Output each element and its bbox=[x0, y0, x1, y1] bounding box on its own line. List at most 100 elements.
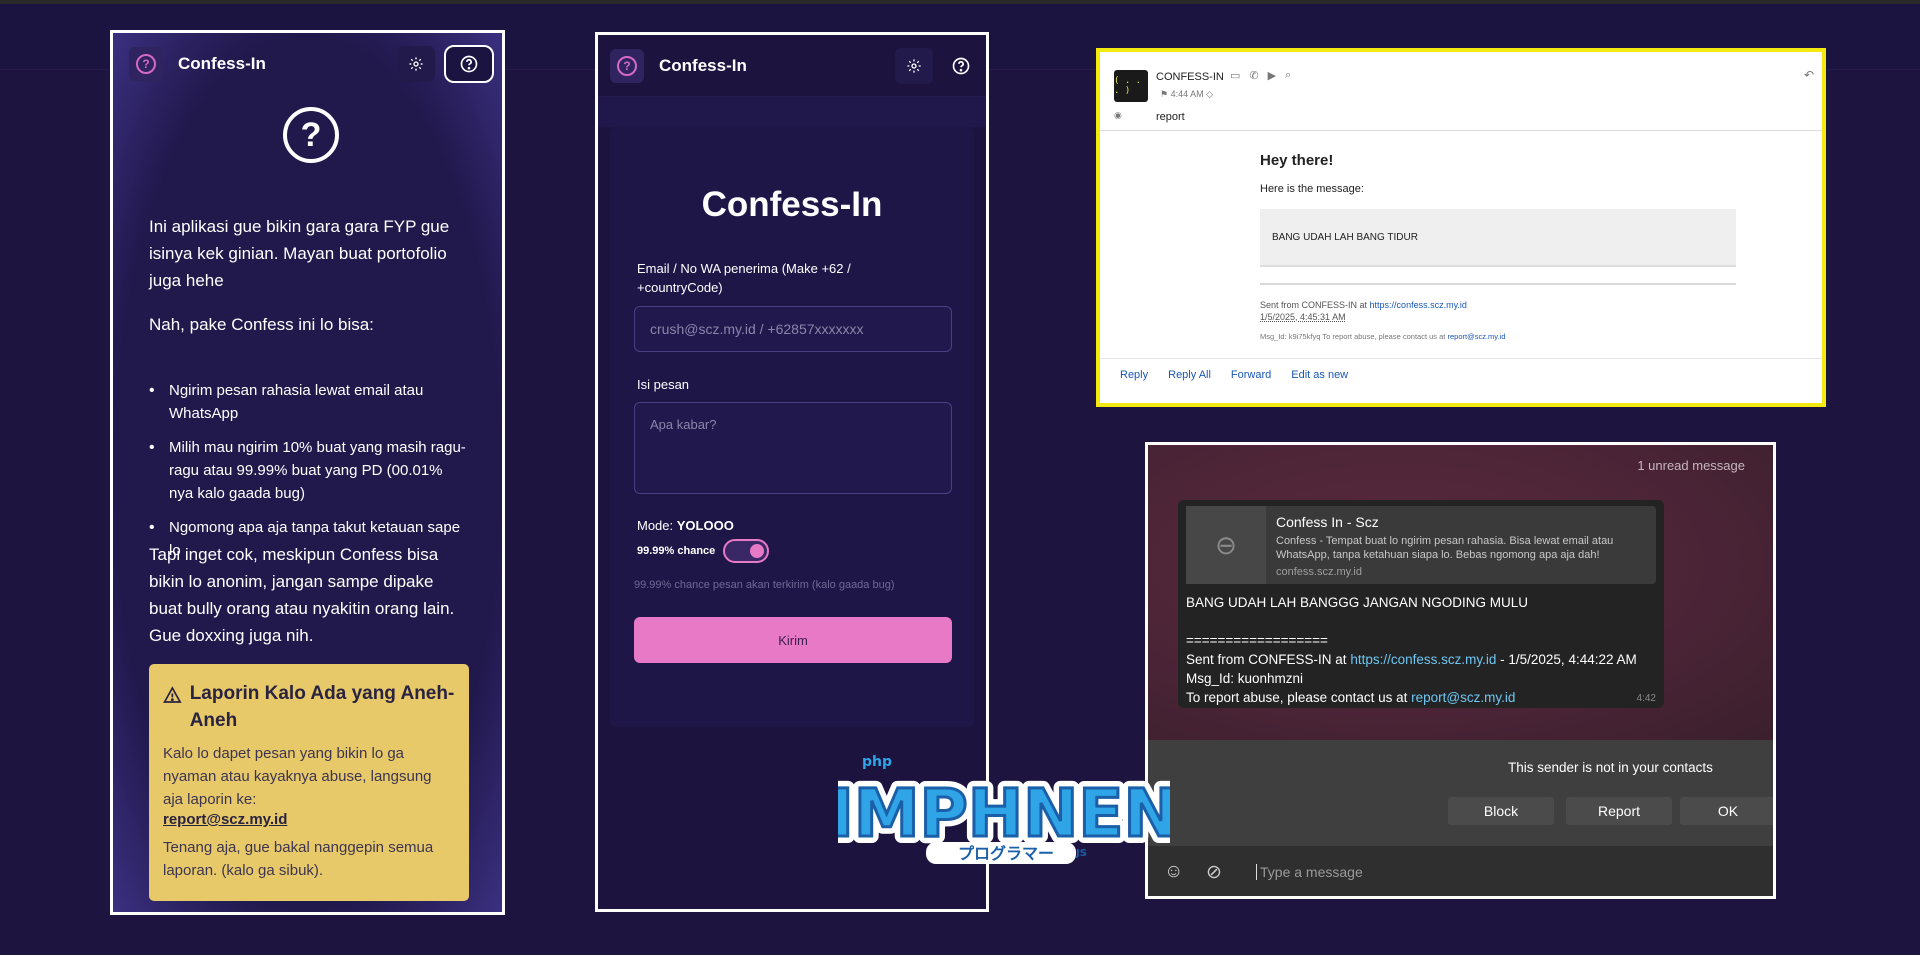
tag-icon[interactable]: ◇ bbox=[1206, 89, 1213, 99]
email-separator bbox=[1260, 283, 1736, 285]
reply-icon[interactable]: ↶ bbox=[1804, 68, 1814, 82]
block-button[interactable]: Block bbox=[1448, 797, 1554, 825]
chance-label: 99.99% chance bbox=[637, 545, 716, 557]
gear-icon bbox=[409, 57, 423, 71]
email-sent-info: Sent from CONFESS-IN at https://confess.… bbox=[1260, 299, 1736, 323]
preview-title: Confess In - Scz bbox=[1276, 514, 1379, 530]
reply-all-button[interactable]: Reply All bbox=[1168, 369, 1211, 381]
chat-icon[interactable]: ▭ bbox=[1230, 69, 1240, 82]
email-screenshot: ( . . . ) CONFESS-IN ▭ ✆ ▶ ⌕ ⚑ 4:44 AM ◇… bbox=[1096, 48, 1826, 407]
app-logo[interactable]: ? bbox=[610, 48, 644, 83]
unread-indicator: 1 unread message bbox=[1637, 458, 1745, 473]
sent-url-link[interactable]: https://confess.scz.my.id bbox=[1350, 652, 1496, 667]
report-body: Kalo lo dapet pesan yang bikin lo ga nya… bbox=[163, 745, 432, 808]
message-textarea[interactable]: Apa kabar? bbox=[634, 402, 952, 494]
form-title: Confess-In bbox=[701, 185, 883, 224]
question-logo-icon: ? bbox=[617, 55, 637, 76]
unknown-sender-bar: This sender is not in your contacts Bloc… bbox=[1148, 740, 1773, 846]
app-logo[interactable]: ? bbox=[129, 47, 163, 81]
message-text: BANG UDAH LAH BANGGG JANGAN NGODING MULU… bbox=[1186, 593, 1637, 707]
about-panel-inner: ? Confess-In ? Ini aplikasi gue bikin ga… bbox=[113, 33, 502, 912]
not-in-contacts-text: This sender is not in your contacts bbox=[1508, 760, 1713, 775]
recipient-input[interactable]: crush@scz.my.id / +62857xxxxxxx bbox=[634, 306, 952, 352]
whatsapp-screenshot: 1 unread message ⊖ Confess In - Scz Conf… bbox=[1145, 442, 1776, 899]
help-large-icon: ? bbox=[283, 107, 339, 163]
mode-label: Mode: bbox=[637, 518, 674, 533]
help-button[interactable] bbox=[942, 48, 980, 84]
mode-row: Mode: YOLOOO bbox=[637, 518, 734, 533]
help-icon bbox=[460, 55, 478, 73]
imphnen-sticker: IMPHNEN IMPHNEN php プログラマー JS bbox=[838, 754, 1170, 864]
flag-icon[interactable]: ⚑ bbox=[1160, 89, 1168, 99]
about-panel: ? Confess-In ? Ini aplikasi gue bikin ga… bbox=[110, 30, 505, 915]
chance-toggle[interactable] bbox=[723, 539, 769, 563]
email-sender: CONFESS-IN bbox=[1156, 71, 1224, 83]
about-warning-text: Tapi inget cok, meskipun Confess bisa bi… bbox=[149, 545, 455, 645]
email-subject: report bbox=[1156, 111, 1185, 123]
question-logo-icon: ? bbox=[136, 54, 156, 74]
abuse-email-link[interactable]: report@scz.my.id bbox=[1411, 690, 1515, 705]
list-item: Milih mau ngirim 10% buat yang masih rag… bbox=[149, 436, 469, 505]
email-body: Hey there! Here is the message: BANG UDA… bbox=[1260, 152, 1736, 341]
sender-avatar: ( . . . ) bbox=[1114, 70, 1148, 102]
sticker-sub: プログラマー bbox=[958, 844, 1054, 863]
sent-from-text: Sent from CONFESS-IN at bbox=[1260, 300, 1368, 310]
message-line: BANG UDAH LAH BANGGG JANGAN NGODING MULU bbox=[1186, 595, 1529, 610]
about-intro: Ini aplikasi gue bikin gara gara FYP gue… bbox=[149, 217, 450, 290]
report-title-row: Laporin Kalo Ada yang Aneh-Aneh bbox=[163, 680, 455, 734]
sent-suffix: - 1/5/2025, 4:44:22 AM bbox=[1500, 652, 1637, 667]
settings-button[interactable] bbox=[895, 47, 933, 84]
phone-icon[interactable]: ✆ bbox=[1249, 69, 1258, 82]
email-intro: Here is the message: bbox=[1260, 183, 1364, 195]
toggle-knob bbox=[750, 544, 764, 558]
message-input[interactable]: Type a message bbox=[1256, 864, 1363, 880]
about-lead: Nah, pake Confess ini lo bisa: bbox=[149, 315, 374, 334]
link-icon: ⊖ bbox=[1186, 506, 1266, 584]
email-time: 4:44 AM bbox=[1170, 89, 1204, 99]
email-time-row: ⚑ 4:44 AM ◇ bbox=[1160, 89, 1213, 100]
send-button[interactable]: Kirim bbox=[634, 617, 952, 663]
email-divider bbox=[1100, 130, 1822, 131]
forward-button[interactable]: Forward bbox=[1231, 369, 1271, 381]
warning-icon bbox=[163, 686, 182, 703]
message-label: Isi pesan bbox=[637, 377, 690, 392]
reply-button[interactable]: Reply bbox=[1120, 369, 1148, 381]
email-greeting: Hey there! bbox=[1260, 152, 1334, 169]
search-icon[interactable]: ⌕ bbox=[1285, 69, 1291, 82]
attach-icon[interactable]: ⊘ bbox=[1206, 861, 1222, 884]
about-header: ? Confess-In bbox=[113, 33, 502, 95]
email-abuse-info: Msg_Id: k9i75kfyq To report abuse, pleas… bbox=[1260, 332, 1736, 341]
abuse-prefix: To report abuse, please contact us at bbox=[1186, 690, 1408, 705]
report-button[interactable]: Report bbox=[1566, 797, 1672, 825]
gear-icon bbox=[907, 58, 921, 73]
preview-url: confess.scz.my.id bbox=[1276, 566, 1362, 578]
message-abuse-line: To report abuse, please contact us at re… bbox=[1186, 688, 1637, 707]
preview-description: Confess - Tempat buat lo ngirim pesan ra… bbox=[1276, 535, 1614, 561]
report-box: Laporin Kalo Ada yang Aneh-Aneh Kalo lo … bbox=[149, 664, 469, 901]
email-message: BANG UDAH LAH BANG TIDUR bbox=[1272, 231, 1418, 243]
message-divider: ================== bbox=[1186, 633, 1328, 648]
app-name: Confess-In bbox=[659, 55, 747, 75]
message-bubble: ⊖ Confess In - Scz Confess - Tempat buat… bbox=[1178, 500, 1664, 708]
help-button[interactable] bbox=[444, 45, 494, 83]
sent-url-link[interactable]: https://confess.scz.my.id bbox=[1370, 300, 1467, 310]
abuse-email-link[interactable]: report@scz.my.id bbox=[1447, 332, 1505, 341]
header-band bbox=[598, 97, 986, 127]
sent-date: 1/5/2025, 4:45:31 AM bbox=[1260, 312, 1346, 322]
ok-button[interactable]: OK bbox=[1680, 797, 1773, 825]
message-sent-line: Sent from CONFESS-IN at https://confess.… bbox=[1186, 650, 1637, 669]
settings-button[interactable] bbox=[397, 46, 435, 82]
report-email-link[interactable]: report@scz.my.id bbox=[163, 811, 455, 828]
app-name: Confess-In bbox=[178, 54, 266, 73]
sticker-title: IMPHNEN bbox=[838, 775, 1170, 852]
msg-id-text: Msg_Id: k9i75kfyq To report abuse, pleas… bbox=[1260, 332, 1446, 341]
sticker-php: php bbox=[862, 754, 892, 770]
expand-icon[interactable]: ◉ bbox=[1114, 110, 1122, 121]
link-preview[interactable]: ⊖ Confess In - Scz Confess - Tempat buat… bbox=[1186, 506, 1656, 584]
help-icon bbox=[952, 57, 970, 74]
video-icon[interactable]: ▶ bbox=[1268, 69, 1276, 82]
message-composer: ☺ ⊘ Type a message bbox=[1148, 846, 1773, 896]
list-item: Ngirim pesan rahasia lewat email atau Wh… bbox=[149, 379, 469, 425]
report-title: Laporin Kalo Ada yang Aneh-Aneh bbox=[189, 683, 455, 731]
edit-as-new-button[interactable]: Edit as new bbox=[1291, 369, 1348, 381]
